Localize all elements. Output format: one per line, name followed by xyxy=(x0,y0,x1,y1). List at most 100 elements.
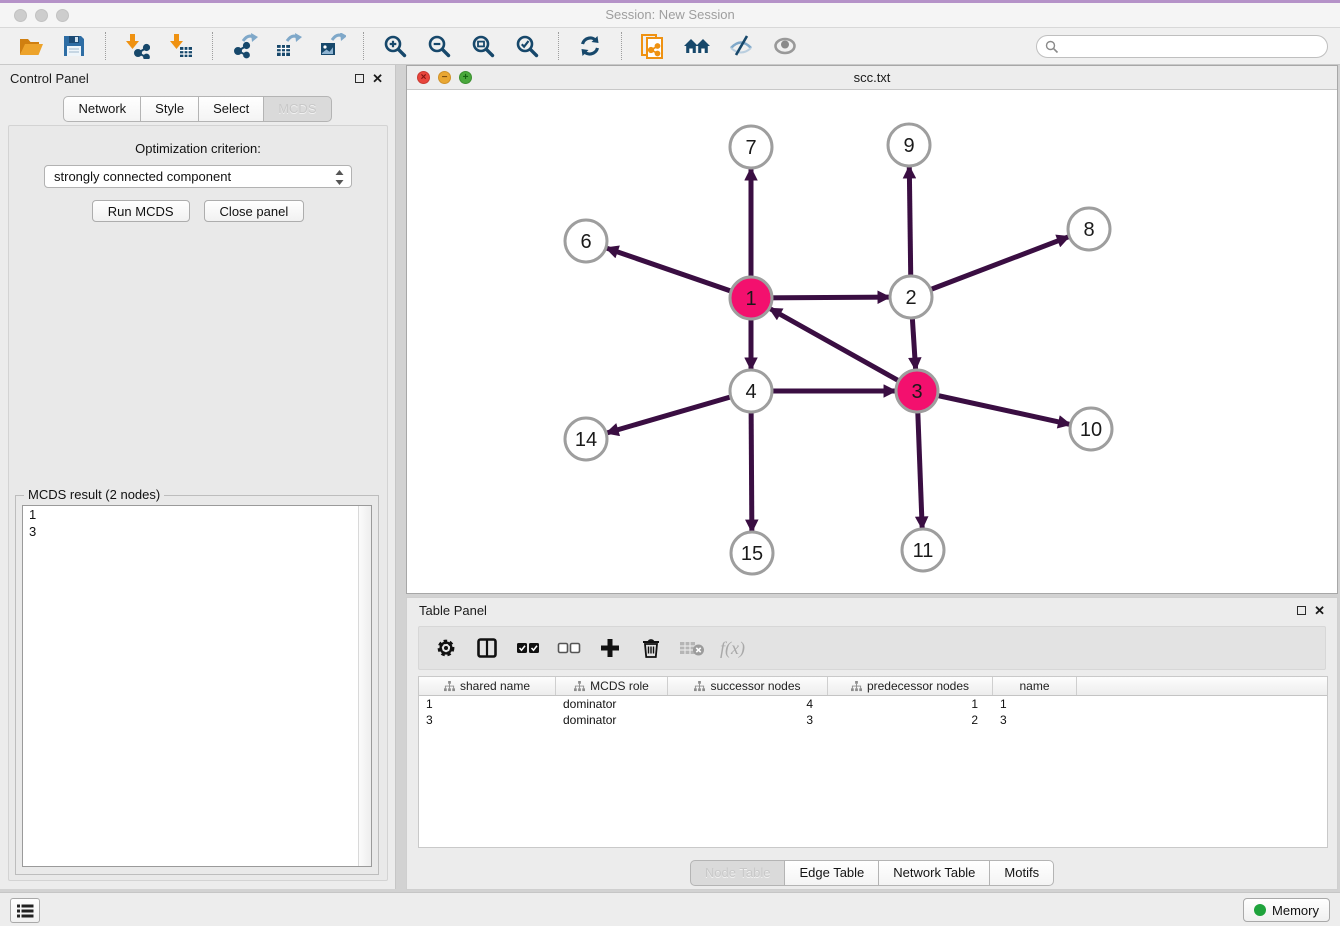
table-cell: 3 xyxy=(668,712,828,728)
graph-node-9[interactable]: 9 xyxy=(888,124,930,166)
memory-label: Memory xyxy=(1272,903,1319,918)
save-session-icon[interactable] xyxy=(57,31,91,62)
graph-node-3[interactable]: 3 xyxy=(896,370,938,412)
network-graph[interactable]: 1 2 3 4 6 7 8 9 10 11 14 15 xyxy=(407,90,1336,593)
export-table-icon[interactable] xyxy=(271,31,305,62)
table-panel: Table Panel ✕ f(x) shared nameMCDS rol xyxy=(406,597,1338,890)
memory-status-dot xyxy=(1254,904,1266,916)
column-header-mcds-role[interactable]: MCDS role xyxy=(556,677,668,695)
memory-button[interactable]: Memory xyxy=(1243,898,1330,922)
table-cell: 1 xyxy=(993,696,1077,712)
open-session-icon[interactable] xyxy=(13,31,47,62)
first-neighbors-icon[interactable] xyxy=(680,31,714,62)
function-builder-icon[interactable]: f(x) xyxy=(720,638,745,659)
float-panel-icon[interactable] xyxy=(355,74,364,83)
table-toolbar: f(x) xyxy=(418,626,1326,670)
deselect-all-icon[interactable] xyxy=(556,635,582,661)
hide-selected-icon[interactable] xyxy=(724,31,758,62)
graph-node-15[interactable]: 15 xyxy=(731,532,773,574)
import-network-icon[interactable] xyxy=(120,31,154,62)
column-header-successor-nodes[interactable]: successor nodes xyxy=(668,677,828,695)
control-panel-tabs: NetworkStyleSelectMCDS xyxy=(0,96,395,122)
select-all-icon[interactable] xyxy=(515,635,541,661)
svg-text:10: 10 xyxy=(1080,419,1102,441)
run-mcds-button[interactable]: Run MCDS xyxy=(92,200,190,222)
table-row[interactable]: 3dominator323 xyxy=(419,712,1327,728)
tab-mcds[interactable]: MCDS xyxy=(263,96,331,122)
search-input[interactable] xyxy=(1063,37,1321,56)
result-line: 3 xyxy=(23,523,371,540)
mcds-result-groupbox: MCDS result (2 nodes) 13 xyxy=(15,495,379,875)
zoom-selected-icon[interactable] xyxy=(510,31,544,62)
result-scrollbar[interactable] xyxy=(358,506,371,866)
graph-node-6[interactable]: 6 xyxy=(565,220,607,262)
zoom-fit-icon[interactable] xyxy=(466,31,500,62)
delete-column-icon[interactable] xyxy=(638,635,664,661)
graph-node-14[interactable]: 14 xyxy=(565,418,607,460)
svg-text:1: 1 xyxy=(745,288,756,310)
tab-style[interactable]: Style xyxy=(140,96,199,122)
zoom-in-icon[interactable] xyxy=(378,31,412,62)
table-cell: 2 xyxy=(828,712,993,728)
graph-edge-1-6[interactable] xyxy=(607,248,751,298)
graph-node-2[interactable]: 2 xyxy=(890,276,932,318)
node-table-header: shared nameMCDS rolesuccessor nodesprede… xyxy=(419,677,1327,696)
result-line: 1 xyxy=(23,506,371,523)
export-image-icon[interactable] xyxy=(315,31,349,62)
search-icon xyxy=(1045,40,1059,59)
add-column-icon[interactable] xyxy=(597,635,623,661)
graph-node-4[interactable]: 4 xyxy=(730,370,772,412)
svg-text:14: 14 xyxy=(575,429,597,451)
close-panel-icon[interactable]: ✕ xyxy=(372,74,383,83)
toolbar-separator xyxy=(212,32,213,60)
network-canvas[interactable]: 1 2 3 4 6 7 8 9 10 11 14 15 xyxy=(407,90,1337,593)
close-panel-button[interactable]: Close panel xyxy=(204,200,305,222)
tab-network[interactable]: Network xyxy=(63,96,141,122)
mcds-result-list[interactable]: 13 xyxy=(22,505,372,867)
show-all-icon[interactable] xyxy=(768,31,802,62)
tab-node-table[interactable]: Node Table xyxy=(690,860,786,886)
graph-node-11[interactable]: 11 xyxy=(902,529,944,571)
node-table: shared nameMCDS rolesuccessor nodesprede… xyxy=(418,676,1328,848)
tab-network-table[interactable]: Network Table xyxy=(878,860,990,886)
show-panels-button[interactable] xyxy=(10,898,40,923)
tab-motifs[interactable]: Motifs xyxy=(989,860,1054,886)
float-table-panel-icon[interactable] xyxy=(1297,606,1306,615)
control-panel-title: Control Panel xyxy=(10,71,355,86)
column-header-shared-name[interactable]: shared name xyxy=(419,677,556,695)
graph-node-7[interactable]: 7 xyxy=(730,126,772,168)
close-table-panel-icon[interactable]: ✕ xyxy=(1314,606,1325,615)
table-panel-tabs: Node TableEdge TableNetwork TableMotifs xyxy=(407,860,1337,886)
tab-select[interactable]: Select xyxy=(198,96,264,122)
show-columns-icon[interactable] xyxy=(474,635,500,661)
graph-edge-3-10[interactable] xyxy=(917,391,1070,424)
svg-text:11: 11 xyxy=(913,540,934,562)
table-row[interactable]: 1dominator411 xyxy=(419,696,1327,712)
clone-network-icon[interactable] xyxy=(636,31,670,62)
optimization-criterion-select[interactable]: strongly connected component xyxy=(44,165,352,188)
svg-text:15: 15 xyxy=(741,543,763,565)
zoom-out-icon[interactable] xyxy=(422,31,456,62)
search-field xyxy=(1036,35,1328,58)
optimization-criterion-label: Optimization criterion: xyxy=(9,141,387,156)
svg-text:8: 8 xyxy=(1083,219,1094,241)
tab-edge-table[interactable]: Edge Table xyxy=(784,860,879,886)
export-network-icon[interactable] xyxy=(227,31,261,62)
column-header-name[interactable]: name xyxy=(993,677,1077,695)
graph-node-10[interactable]: 10 xyxy=(1070,408,1112,450)
app-titlebar: Session: New Session xyxy=(0,0,1340,28)
toolbar-separator xyxy=(621,32,622,60)
refresh-view-icon[interactable] xyxy=(573,31,607,62)
delete-table-icon[interactable] xyxy=(679,635,705,661)
network-title: scc.txt xyxy=(407,70,1337,85)
table-cell: dominator xyxy=(556,696,668,712)
column-header-predecessor-nodes[interactable]: predecessor nodes xyxy=(828,677,993,695)
graph-node-8[interactable]: 8 xyxy=(1068,208,1110,250)
graph-node-1[interactable]: 1 xyxy=(730,277,772,319)
svg-text:2: 2 xyxy=(905,287,916,309)
control-panel: Control Panel ✕ NetworkStyleSelectMCDS O… xyxy=(0,65,396,889)
import-table-icon[interactable] xyxy=(164,31,198,62)
graph-edge-3-1[interactable] xyxy=(770,309,917,391)
graph-edge-2-8[interactable] xyxy=(911,237,1068,297)
table-settings-gear-icon[interactable] xyxy=(433,635,459,661)
